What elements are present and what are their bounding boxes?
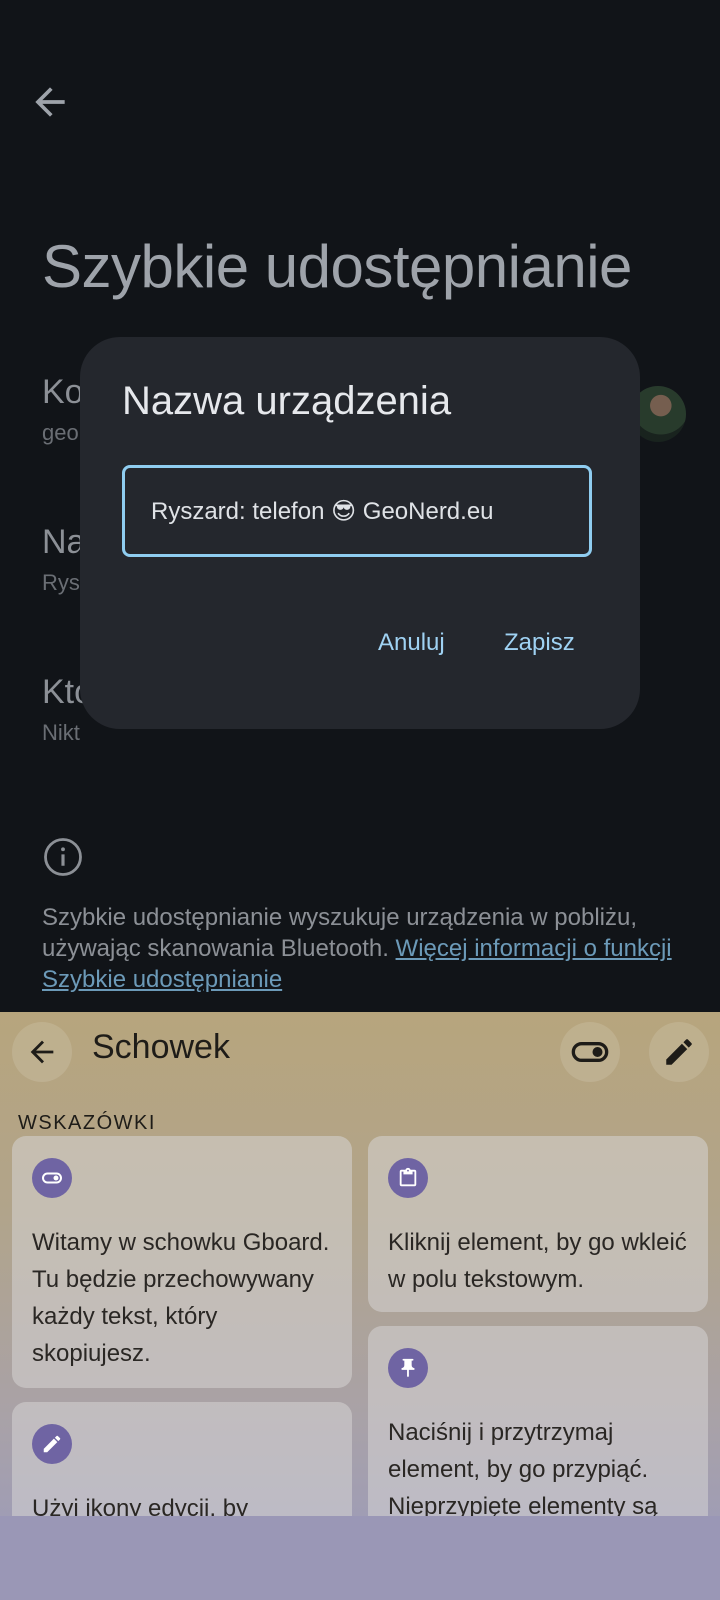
back-arrow-icon: [30, 1040, 54, 1064]
clipboard-edit-button[interactable]: [649, 1022, 709, 1082]
tip-text: Naciśnij i przytrzymaj element, by go pr…: [388, 1419, 658, 1516]
cancel-button[interactable]: Anuluj: [378, 629, 445, 657]
screen: Szybkie udostępnianie Ko geo Na Rys Kto …: [0, 0, 720, 1600]
pencil-icon: [32, 1424, 72, 1464]
navigation-bar: [0, 1516, 720, 1600]
tip-card[interactable]: Naciśnij i przytrzymaj element, by go pr…: [368, 1326, 708, 1516]
tip-card[interactable]: Użyj ikony edycji, by: [12, 1402, 352, 1516]
clipboard-icon: [388, 1158, 428, 1198]
device-name-input[interactable]: Ryszard: telefon 😎 GeoNerd.eu: [122, 465, 592, 557]
tip-text: Kliknij element, by go wkleić w polu tek…: [388, 1229, 687, 1293]
tip-card[interactable]: Witamy w schowku Gboard. Tu będzie przec…: [12, 1136, 352, 1388]
clipboard-panel: Schowek WSKAZÓWKI Witamy w schowku Gboar…: [0, 1012, 720, 1516]
dialog-title: Nazwa urządzenia: [122, 379, 452, 423]
pencil-icon: [666, 1039, 692, 1065]
toggle-icon: [571, 1042, 609, 1062]
tips-section-label: WSKAZÓWKI: [18, 1112, 156, 1134]
device-name-dialog: Nazwa urządzenia Ryszard: telefon 😎 GeoN…: [80, 337, 640, 729]
device-name-value: Ryszard: telefon 😎 GeoNerd.eu: [151, 497, 494, 525]
save-button[interactable]: Zapisz: [504, 629, 575, 657]
toggle-icon: [32, 1158, 72, 1198]
pin-icon: [388, 1348, 428, 1388]
clipboard-back-button[interactable]: [12, 1022, 72, 1082]
clipboard-toggle-button[interactable]: [560, 1022, 620, 1082]
tip-card[interactable]: Kliknij element, by go wkleić w polu tek…: [368, 1136, 708, 1312]
tip-text: Witamy w schowku Gboard. Tu będzie przec…: [32, 1229, 330, 1367]
tip-text: Użyj ikony edycji, by: [32, 1495, 249, 1516]
clipboard-title: Schowek: [92, 1028, 230, 1066]
